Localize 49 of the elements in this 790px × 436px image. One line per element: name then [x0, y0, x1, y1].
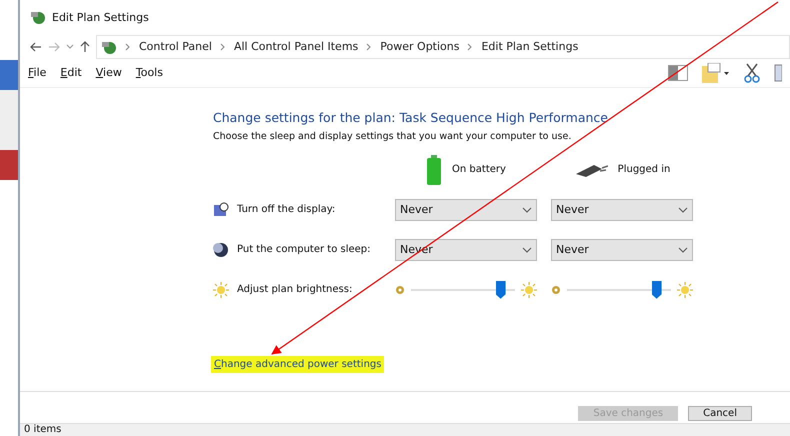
breadcrumb-item[interactable]: Power Options — [380, 40, 460, 54]
bright-sun-icon — [677, 282, 693, 298]
pane-icon[interactable] — [668, 64, 688, 81]
dim-brightness-icon — [551, 284, 561, 295]
folder-options-icon[interactable] — [702, 62, 730, 83]
plan-heading: Change settings for the plan: Task Sequence High Performance — [213, 110, 609, 125]
history-caret-icon[interactable] — [66, 44, 74, 50]
dropdown[interactable]: Never — [551, 198, 693, 221]
chevron-icon — [522, 246, 532, 253]
column-heading: Plugged in — [618, 164, 670, 176]
bright-sun-icon — [521, 282, 537, 298]
slider-thumb[interactable] — [652, 280, 662, 299]
plan-description: Choose the sleep and display settings that you want your computer to use. — [213, 130, 572, 142]
window-title: Edit Plan Settings — [52, 10, 149, 24]
breadcrumb-item[interactable]: All Control Panel Items — [234, 40, 358, 54]
status-bar: 0 items — [20, 422, 790, 436]
back-icon[interactable] — [30, 42, 42, 52]
breadcrumb-item[interactable]: Edit Plan Settings — [481, 40, 578, 54]
moon-icon — [213, 242, 229, 258]
clock-monitor-icon — [213, 202, 229, 218]
separator-icon — [125, 42, 131, 51]
cut-icon[interactable] — [744, 62, 760, 83]
setting-label: Adjust plan brightness: — [237, 284, 352, 296]
dropdown[interactable]: Never — [551, 238, 693, 261]
separator-icon — [220, 42, 226, 51]
menu-item[interactable]: Tools — [136, 66, 163, 80]
menu-item[interactable]: View — [96, 66, 122, 80]
copy-icon[interactable] — [774, 62, 782, 83]
slider-thumb[interactable] — [496, 280, 506, 299]
advanced-settings-link[interactable]: Change advanced power settings — [211, 356, 384, 373]
breadcrumb-item[interactable]: Control Panel — [139, 40, 212, 54]
setting-label: Turn off the display: — [237, 204, 336, 216]
menu-item[interactable]: Edit — [60, 66, 82, 80]
separator-icon — [366, 42, 372, 51]
up-icon[interactable] — [80, 40, 90, 53]
menu-item[interactable]: File — [28, 66, 46, 80]
chevron-icon — [678, 206, 688, 213]
battery-icon — [426, 154, 442, 185]
dropdown[interactable]: Never — [395, 198, 537, 221]
separator-icon — [467, 42, 474, 51]
chevron-icon — [522, 206, 532, 213]
dim-brightness-icon — [395, 284, 405, 295]
address-bar[interactable]: Control Panel All Control Panel Items Power Options Edit Plan Settings — [96, 34, 790, 59]
dialog-button[interactable]: Cancel — [688, 406, 752, 421]
setting-label: Put the computer to sleep: — [237, 244, 371, 256]
power-plan-icon — [30, 9, 46, 26]
chevron-icon — [678, 246, 688, 253]
sun-icon — [213, 282, 229, 298]
column-heading: On battery — [452, 164, 506, 176]
